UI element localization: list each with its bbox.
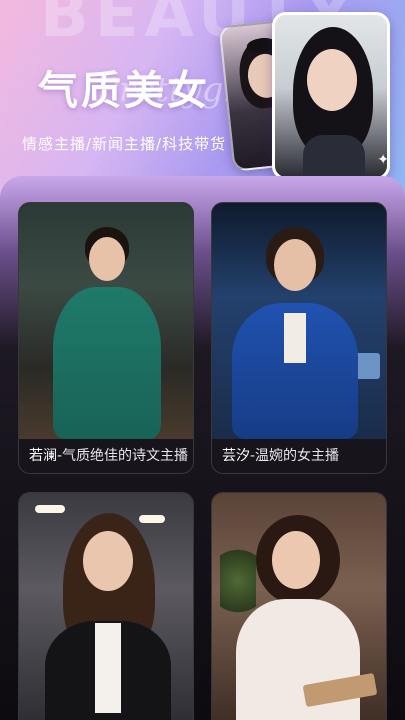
anchor-caption: 芸汐-温婉的女主播 xyxy=(222,445,339,465)
anchor-photo xyxy=(212,493,386,720)
anchor-photo xyxy=(19,493,193,720)
anchor-photo xyxy=(212,203,386,439)
anchor-desc: -气质绝佳的诗文主播 xyxy=(57,448,189,464)
hero-portrait-front xyxy=(272,12,390,180)
anchor-name: 若澜 xyxy=(29,448,57,464)
anchor-card[interactable]: 芸汐-温婉的女主播 xyxy=(211,202,387,474)
hero-banner: BEAUTY Prettygirl 气质美女 情感主播/新闻主播/科技带货 ✦ xyxy=(0,0,405,200)
anchor-card[interactable] xyxy=(18,492,194,720)
anchor-name: 芸汐 xyxy=(222,448,250,464)
anchor-card[interactable] xyxy=(211,492,387,720)
anchor-desc: -温婉的女主播 xyxy=(250,448,340,464)
hero-subtitle: 情感主播/新闻主播/科技带货 xyxy=(22,135,227,153)
plant-icon xyxy=(220,541,256,621)
anchor-caption: 若澜-气质绝佳的诗文主播 xyxy=(29,445,188,465)
anchor-photo xyxy=(19,203,193,439)
anchor-card[interactable]: 若澜-气质绝佳的诗文主播 xyxy=(18,202,194,474)
hero-title: 气质美女 xyxy=(38,68,210,114)
sparkle-icon: ✦ xyxy=(377,152,389,168)
